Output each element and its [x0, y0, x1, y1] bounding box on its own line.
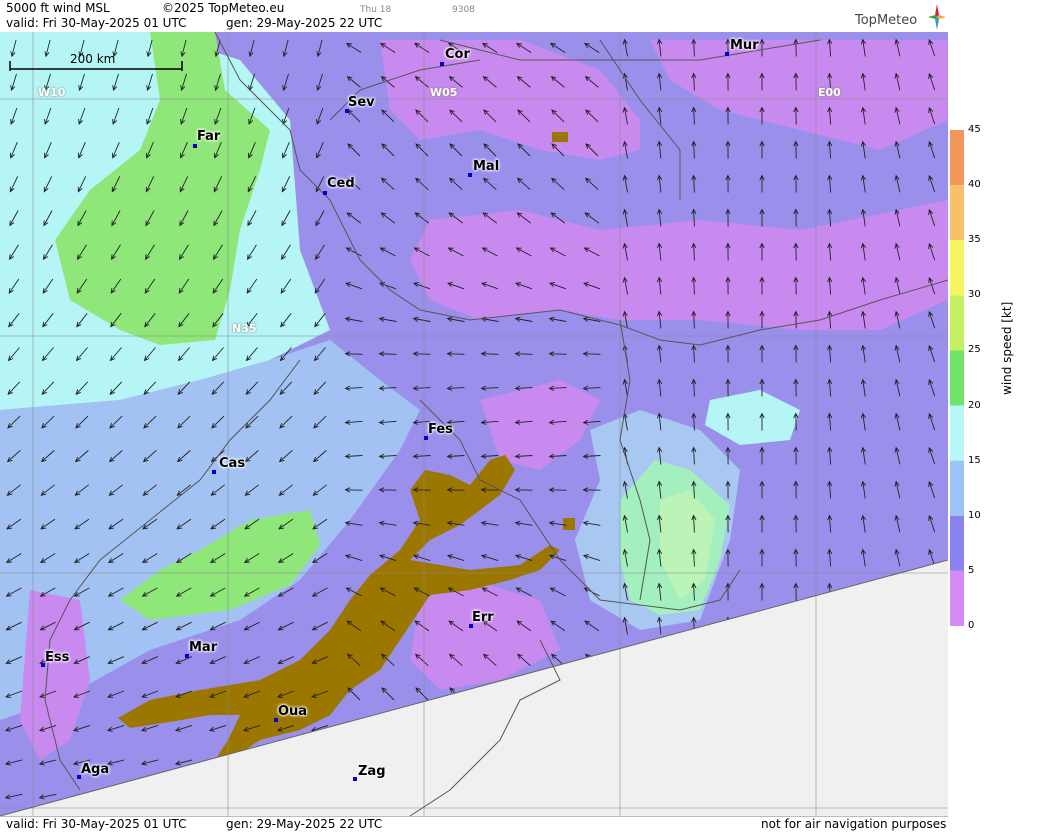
valid-time: valid: Fri 30-May-2025 01 UTC [6, 16, 187, 30]
generation-time: gen: 29-May-2025 22 UTC [226, 16, 383, 30]
city-label-oua: Oua [278, 704, 308, 719]
city-label-ced: Ced [327, 176, 355, 191]
high-terrain-patch [552, 132, 568, 142]
legend-color-band [950, 295, 964, 351]
footer-disclaimer: not for air navigation purposes [761, 817, 947, 831]
wind-map [0, 32, 948, 816]
copyright-text: ©2025 TopMeteo.eu [162, 1, 285, 15]
city-label-cor: Cor [445, 47, 470, 62]
compass-star-icon [928, 4, 946, 30]
legend-tick-label: 5 [968, 564, 975, 576]
city-label-fes: Fes [428, 422, 453, 437]
city-label-ess: Ess [45, 650, 70, 665]
city-label-mur: Mur [730, 38, 759, 53]
legend-tick-label: 30 [968, 289, 981, 301]
legend-color-band [950, 240, 964, 296]
legend-tick-label: 0 [968, 620, 975, 631]
city-label-sev: Sev [348, 95, 375, 110]
city-marker [440, 62, 444, 66]
city-label-err: Err [472, 610, 494, 625]
grid-label-w10: W10 [38, 86, 66, 99]
city-marker [323, 191, 327, 195]
legend-tick-label: 20 [968, 399, 981, 411]
city-marker [468, 173, 472, 177]
legend-title: wind speed [kt] [1000, 301, 1014, 395]
footer-generation-time: gen: 29-May-2025 22 UTC [226, 817, 383, 831]
grid-label-w05: W05 [430, 86, 458, 99]
legend-tick-label: 10 [968, 509, 981, 521]
legend-color-band [950, 515, 964, 571]
legend-tick-label: 45 [968, 124, 981, 135]
legend-tick-label: 15 [968, 454, 981, 466]
header-small-code: 9308 [452, 5, 475, 15]
grid-label-e00: E00 [818, 86, 841, 99]
grid-label-n35: N35 [232, 322, 257, 335]
scale-bar-label: 200 km [70, 52, 116, 66]
legend-color-band [950, 405, 964, 461]
city-label-aga: Aga [81, 762, 110, 777]
city-marker [353, 777, 357, 781]
header-small-text: Thu 18 [360, 5, 392, 15]
city-marker [193, 144, 197, 148]
high-terrain-patch-east [563, 518, 575, 530]
legend-color-band [950, 185, 964, 241]
city-marker [725, 52, 729, 56]
wind-speed-legend-bar [950, 130, 964, 626]
legend-color-band [950, 130, 964, 186]
legend-color-band [950, 460, 964, 516]
city-label-mar: Mar [189, 640, 218, 655]
city-label-mal: Mal [473, 159, 500, 174]
city-label-cas: Cas [219, 456, 246, 471]
city-label-zag: Zag [358, 764, 386, 779]
map-title: 5000 ft wind MSL [6, 1, 110, 15]
legend-tick-label: 35 [968, 234, 981, 246]
legend-color-band [950, 570, 964, 626]
topmeteo-logo-text: TopMeteo [855, 13, 918, 28]
legend-tick-label: 40 [968, 179, 981, 191]
city-marker [212, 470, 216, 474]
footer-valid-time: valid: Fri 30-May-2025 01 UTC [6, 817, 187, 831]
legend-color-band [950, 350, 964, 406]
legend-tick-label: 25 [968, 344, 981, 356]
city-label-far: Far [197, 129, 221, 144]
